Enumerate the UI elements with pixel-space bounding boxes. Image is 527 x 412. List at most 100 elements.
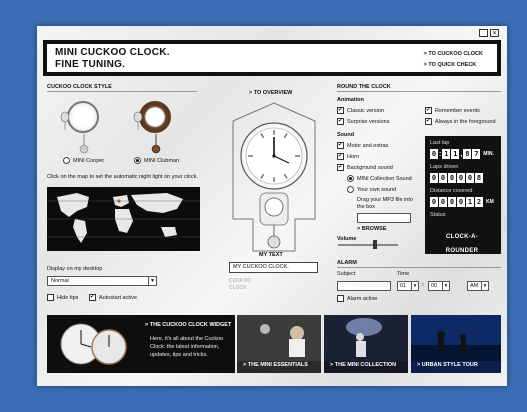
time-separator: : bbox=[422, 282, 424, 288]
tile-urban-style-tour[interactable]: > URBAN STYLE TOUR bbox=[411, 315, 501, 373]
classic-version-option[interactable]: ✓ Classic version bbox=[337, 107, 384, 114]
map-hint: Click on the map to set the automatic ni… bbox=[47, 174, 199, 180]
radio-own-sound[interactable] bbox=[347, 186, 354, 193]
classic-version-checkbox[interactable]: ✓ bbox=[337, 107, 344, 114]
horn-checkbox[interactable]: ✓ bbox=[337, 153, 344, 160]
digit: 8 bbox=[463, 149, 472, 159]
radio-label: MINI Collection Sound bbox=[357, 175, 412, 182]
radio-mini-cooper[interactable] bbox=[63, 157, 70, 164]
volume-slider-track[interactable] bbox=[338, 244, 398, 246]
sound-heading: Sound bbox=[337, 132, 355, 138]
last-lap-label: Last lap bbox=[430, 140, 450, 146]
alarm-subject-input[interactable] bbox=[337, 281, 391, 291]
minimize-icon[interactable]: _ bbox=[479, 29, 488, 37]
background-sound-checkbox[interactable]: ✓ bbox=[337, 164, 344, 171]
section-heading-alarm: ALARM bbox=[337, 260, 501, 268]
classic-version-label: Classic version bbox=[347, 107, 384, 114]
digit: 0 bbox=[457, 197, 465, 207]
pendulum-icon bbox=[79, 134, 89, 154]
digit: 0 bbox=[430, 173, 438, 183]
hide-tips-checkbox[interactable] bbox=[47, 294, 54, 301]
unit-label: KM bbox=[486, 199, 494, 205]
tile-mini-essentials[interactable]: > THE MINI ESSENTIALS bbox=[237, 315, 321, 373]
radio-label: MINI Cooper bbox=[73, 157, 105, 164]
style-option-mini-clubman[interactable]: MINI Clubman bbox=[134, 157, 179, 164]
urban-style-tour-image bbox=[411, 315, 501, 361]
remember-events-option[interactable]: ✓ Remember events bbox=[425, 107, 480, 114]
hide-tips-label: Hide tips bbox=[57, 294, 79, 301]
display-select[interactable]: Normal ▼ bbox=[47, 276, 157, 286]
to-cuckoo-clock-link[interactable]: > TO CUCKOO CLOCK bbox=[424, 49, 483, 60]
tile-label: > URBAN STYLE TOUR bbox=[417, 362, 478, 368]
page-title: MINI CUCKOO CLOCK. FINE TUNING. bbox=[55, 47, 170, 70]
to-overview-link[interactable]: > TO OVERVIEW bbox=[249, 90, 292, 96]
tile-description: Here, it's all about the Cuckoo Clock: t… bbox=[150, 336, 224, 358]
hide-tips-option[interactable]: Hide tips bbox=[47, 294, 78, 301]
digit: 1 bbox=[442, 149, 451, 159]
radio-mini-collection-sound[interactable] bbox=[347, 175, 354, 182]
world-map[interactable] bbox=[47, 187, 200, 251]
close-icon[interactable]: × bbox=[490, 29, 499, 37]
remember-events-checkbox[interactable]: ✓ bbox=[425, 107, 432, 114]
my-text-label: MY TEXT bbox=[259, 252, 283, 258]
tile-mini-collection[interactable]: > THE MINI COLLECTION bbox=[324, 315, 408, 373]
my-text-input[interactable]: MY CUCKOO CLOCK. bbox=[229, 262, 318, 273]
alarm-active-option[interactable]: Alarm active bbox=[337, 295, 377, 302]
alarm-active-checkbox[interactable] bbox=[337, 295, 344, 302]
browse-link[interactable]: > BROWSE bbox=[357, 226, 387, 232]
chevron-down-icon[interactable]: ▼ bbox=[442, 282, 449, 290]
last-lap-display: 0 : 1 1 , 8 7 MIN. bbox=[430, 149, 494, 159]
digit: 0 bbox=[448, 197, 456, 207]
chevron-down-icon[interactable]: ▼ bbox=[148, 277, 156, 285]
style-option-mini-cooper[interactable]: MINI Cooper bbox=[63, 157, 104, 164]
alarm-hour-select[interactable]: 01 ▼ bbox=[397, 281, 419, 291]
radio-mini-clubman[interactable] bbox=[134, 157, 141, 164]
horn-option[interactable]: ✓ Horn bbox=[337, 153, 359, 160]
mp3-drop-box[interactable] bbox=[357, 213, 411, 223]
display-select-value: Normal bbox=[51, 278, 69, 284]
radio-label: Your own sound bbox=[357, 186, 397, 193]
volume-slider-thumb[interactable] bbox=[373, 240, 377, 249]
chevron-down-icon[interactable]: ▼ bbox=[481, 282, 488, 290]
alarm-minute-select[interactable]: 00 ▼ bbox=[428, 281, 450, 291]
laps-driven-display: 0 0 0 0 0 8 bbox=[430, 173, 483, 183]
foreground-checkbox[interactable]: ✓ bbox=[425, 118, 432, 125]
alarm-hour-value: 01 bbox=[400, 283, 407, 289]
autostart-checkbox[interactable]: ✓ bbox=[89, 294, 96, 301]
alarm-ampm-select[interactable]: AM ▼ bbox=[467, 281, 489, 291]
mini-cooper-clock-image[interactable] bbox=[67, 101, 99, 133]
mini-collection-sound-option[interactable]: MINI Collection Sound bbox=[347, 175, 412, 182]
tile-cuckoo-widget[interactable]: > THE CUCKOO CLOCK WIDGET Here, it's all… bbox=[47, 315, 235, 373]
display-label: Display on my desktop bbox=[47, 266, 103, 272]
own-sound-option[interactable]: Your own sound bbox=[347, 186, 396, 193]
to-quick-check-link[interactable]: > TO QUICK CHECK bbox=[424, 60, 483, 71]
volume-heading: Volume bbox=[337, 236, 357, 242]
digit: 0 bbox=[448, 173, 456, 183]
tile-label: > THE MINI COLLECTION bbox=[330, 362, 397, 368]
app-window: _ × MINI CUCKOO CLOCK. FINE TUNING. > TO… bbox=[37, 26, 507, 386]
background-sound-option[interactable]: ✓ Background sound bbox=[337, 164, 393, 171]
motor-extras-label: Motor and extras bbox=[347, 142, 389, 149]
pendulum-icon bbox=[151, 134, 161, 154]
mini-essentials-image bbox=[237, 315, 321, 361]
autostart-label: Autostart active bbox=[99, 294, 137, 301]
subject-label: Subject bbox=[337, 271, 356, 277]
horn-label: Horn bbox=[347, 153, 359, 160]
alarm-minute-value: 00 bbox=[431, 283, 438, 289]
chevron-down-icon[interactable]: ▼ bbox=[411, 282, 418, 290]
surprise-versions-option[interactable]: ✓ Surprise versions bbox=[337, 118, 390, 125]
autostart-option[interactable]: ✓ Autostart active bbox=[89, 294, 137, 301]
surprise-versions-checkbox[interactable]: ✓ bbox=[337, 118, 344, 125]
comma-separator: , bbox=[460, 150, 463, 158]
window-controls: _ × bbox=[479, 29, 499, 37]
tile-label: > THE MINI ESSENTIALS bbox=[243, 362, 308, 368]
stats-panel: Last lap 0 : 1 1 , 8 7 MIN. Laps driven … bbox=[425, 136, 501, 254]
digit: 0 bbox=[439, 173, 447, 183]
time-label: Time bbox=[397, 271, 410, 277]
digit: 1 bbox=[466, 197, 474, 207]
motor-extras-option[interactable]: ✓ Motor and extras bbox=[337, 142, 388, 149]
digit: 0 bbox=[457, 173, 465, 183]
motor-extras-checkbox[interactable]: ✓ bbox=[337, 142, 344, 149]
unit-label: MIN. bbox=[483, 151, 494, 157]
foreground-option[interactable]: ✓ Always in the foreground bbox=[425, 118, 496, 125]
